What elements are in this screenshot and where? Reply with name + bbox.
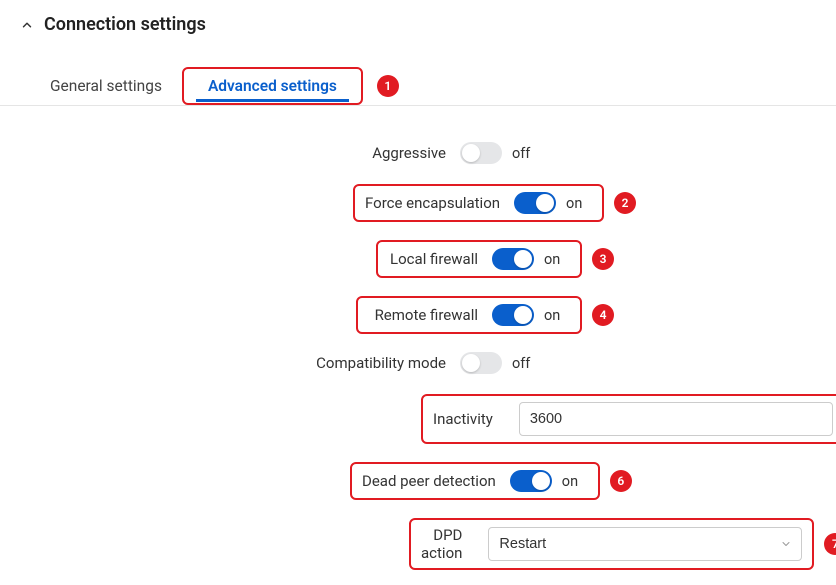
toggle-knob: [462, 144, 480, 162]
force-encapsulation-label: Force encapsulation: [365, 194, 514, 212]
compatibility-mode-toggle[interactable]: [460, 352, 502, 374]
aggressive-toggle[interactable]: [460, 142, 502, 164]
toggle-knob: [462, 354, 480, 372]
tab-general-settings[interactable]: General settings: [30, 67, 182, 105]
callout-inactivity: Inactivity: [421, 394, 836, 444]
local-firewall-label: Local firewall: [388, 250, 492, 268]
aggressive-label: Aggressive: [40, 144, 460, 162]
callout-badge-4: 4: [592, 304, 614, 326]
local-firewall-toggle[interactable]: [492, 248, 534, 270]
dpd-action-label: DPD action: [421, 526, 476, 562]
row-inactivity-wrap: Inactivity 5: [421, 394, 796, 444]
section-header[interactable]: Connection settings: [0, 10, 836, 39]
remote-firewall-label: Remote firewall: [368, 306, 492, 324]
callout-remote-firewall: Remote firewall on: [356, 296, 582, 334]
tab-advanced-settings[interactable]: Advanced settings: [188, 71, 357, 101]
dead-peer-detection-label: Dead peer detection: [362, 472, 510, 490]
callout-badge-1: 1: [377, 75, 399, 97]
callout-badge-7: 7: [824, 533, 836, 555]
row-aggressive: Aggressive off: [40, 142, 796, 164]
inactivity-input[interactable]: [519, 402, 833, 436]
compatibility-mode-state: off: [512, 355, 538, 372]
aggressive-state: off: [512, 145, 538, 162]
callout-badge-3: 3: [592, 248, 614, 270]
callout-dead-peer-detection: Dead peer detection on: [350, 462, 600, 500]
inactivity-label: Inactivity: [433, 410, 507, 428]
callout-local-firewall: Local firewall on: [376, 240, 582, 278]
tabs-bar: General settings Advanced settings 1: [0, 67, 836, 106]
callout-badge-2: 2: [614, 192, 636, 214]
toggle-knob: [532, 472, 550, 490]
local-firewall-state: on: [544, 251, 570, 268]
row-dpd-action-wrap: DPD action 7: [409, 518, 796, 570]
toggle-knob: [536, 194, 554, 212]
section-title: Connection settings: [44, 14, 206, 35]
dpd-action-select-wrap: [488, 527, 802, 561]
force-encapsulation-state: on: [566, 195, 592, 212]
remote-firewall-toggle[interactable]: [492, 304, 534, 326]
compatibility-mode-label: Compatibility mode: [40, 354, 460, 372]
callout-advanced-tab: Advanced settings: [182, 67, 363, 105]
advanced-settings-form: Aggressive off Force encapsulation on 2 …: [0, 106, 836, 580]
row-force-encapsulation-wrap: Force encapsulation on 2: [353, 184, 796, 222]
callout-force-encapsulation: Force encapsulation on: [353, 184, 604, 222]
callout-dpd-action: DPD action: [409, 518, 814, 570]
dead-peer-detection-toggle[interactable]: [510, 470, 552, 492]
row-remote-firewall-wrap: Remote firewall on 4: [356, 296, 796, 334]
row-dead-peer-detection-wrap: Dead peer detection on 6: [350, 462, 796, 500]
dead-peer-detection-state: on: [562, 473, 588, 490]
force-encapsulation-toggle[interactable]: [514, 192, 556, 214]
row-local-firewall-wrap: Local firewall on 3: [376, 240, 796, 278]
toggle-knob: [514, 306, 532, 324]
toggle-knob: [514, 250, 532, 268]
remote-firewall-state: on: [544, 307, 570, 324]
callout-badge-6: 6: [610, 470, 632, 492]
row-compatibility-mode: Compatibility mode off: [40, 352, 796, 374]
dpd-action-select[interactable]: [488, 527, 802, 561]
chevron-up-icon: [20, 18, 34, 32]
